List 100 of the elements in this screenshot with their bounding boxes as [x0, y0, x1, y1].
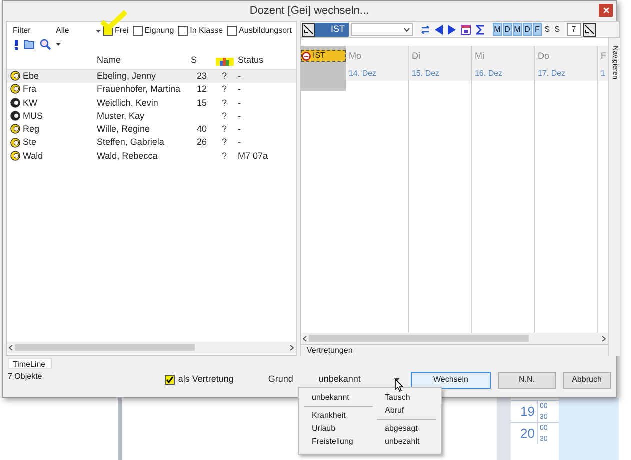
status-cell-text: - [237, 70, 241, 83]
caret-icon[interactable] [56, 43, 61, 46]
reason-label: Grund [268, 373, 294, 386]
date-label: 14. Dez [348, 68, 378, 80]
person-icon [10, 150, 21, 162]
checkbox-label: Eignung [144, 25, 174, 37]
dialog-button[interactable]: Abbruch [563, 372, 611, 388]
checkbox[interactable] [227, 26, 238, 36]
count-cell-text: 40 [196, 123, 207, 136]
menu-item[interactable]: unbekannt [302, 391, 375, 404]
vertretungen-tab[interactable]: Vertretungen [306, 346, 353, 355]
view-button[interactable]: IST [302, 22, 349, 36]
close-button[interactable] [599, 4, 613, 17]
code-cell-text: Ebe [23, 70, 40, 83]
scroll-right-icon[interactable] [290, 344, 294, 350]
menu-item[interactable]: Freistellung [302, 435, 375, 448]
list-row[interactable]: Ste Steffen, Gabriela 26 ? - [7, 136, 296, 150]
next-icon[interactable] [448, 24, 456, 34]
date-label: 17. Dez [538, 68, 567, 80]
zoom-icon[interactable] [40, 39, 51, 50]
ist-badge[interactable]: IST [300, 50, 346, 62]
calendar-icon[interactable] [460, 24, 471, 34]
name-cell-text: Weidlich, Kevin [96, 96, 160, 110]
checkbox[interactable] [132, 26, 143, 36]
date-label: 1 [600, 68, 606, 80]
weekday-toggle[interactable]: D [502, 23, 512, 36]
hour-label: 19 [520, 403, 536, 421]
name-cell-text: Frauenhofer, Martina [96, 83, 182, 96]
dialog-button[interactable]: Wechseln [411, 372, 491, 388]
rating-cell-text: ? [222, 150, 227, 163]
folder-icon[interactable] [24, 40, 35, 49]
horizontal-scrollbar[interactable] [300, 333, 608, 344]
sum-icon[interactable] [476, 24, 485, 34]
weekday-toggle[interactable]: M [512, 23, 522, 36]
weekday-toggle[interactable]: F [532, 23, 542, 36]
rating-cell-text: ? [222, 70, 227, 83]
bar-chart-icon[interactable] [216, 56, 234, 66]
date-label: 15. Dez [412, 68, 441, 80]
menu-item[interactable]: Abruf [375, 404, 438, 417]
list-row[interactable]: KW Weidlich, Kevin 15 ? - [7, 96, 296, 110]
checkbox-label: als Vertretung [178, 373, 234, 386]
scroll-left-icon[interactable] [302, 336, 307, 342]
list-row[interactable]: Fra Frauenhofer, Martina 12 ? - [7, 83, 296, 97]
swap-icon[interactable] [420, 26, 430, 34]
rating-cell-text: ? [222, 110, 227, 123]
hour-label: 20 [520, 425, 536, 443]
name-cell-text: Muster, Kay [96, 110, 146, 123]
filter-dropdown[interactable]: Alle [56, 25, 103, 37]
code-cell-text: Fra [23, 83, 36, 96]
dropdown-field[interactable] [350, 23, 413, 36]
status-cell-text: - [237, 96, 241, 110]
status-cell-text: - [237, 83, 241, 96]
list-row[interactable]: Reg Wille, Regine 40 ? - [7, 123, 296, 136]
weekday-toggle[interactable]: M [492, 23, 502, 36]
checkbox[interactable] [165, 375, 176, 385]
day-label: Do [538, 50, 550, 63]
status-cell-text: M7 07a [237, 150, 268, 163]
checkbox[interactable] [178, 26, 188, 36]
calendar-area [559, 398, 619, 460]
list-row[interactable]: MUS Muster, Kay ? - [7, 110, 296, 124]
day-label: Mi [474, 50, 486, 63]
menu-item[interactable]: Krankheit [302, 409, 375, 422]
column-header[interactable]: Name [95, 54, 189, 68]
column-header[interactable]: Status [236, 54, 264, 68]
dialog-button[interactable]: N.N. [498, 372, 556, 388]
count-cell-text: 15 [196, 96, 207, 110]
person-icon [10, 124, 21, 136]
timeline-tab[interactable]: TimeLine [8, 358, 52, 369]
scroll-left-icon[interactable] [9, 344, 13, 350]
previous-icon[interactable] [434, 24, 443, 34]
column-header[interactable]: S [189, 54, 213, 68]
rating-cell-text: ? [222, 123, 227, 136]
weekday-toggle[interactable]: S [552, 23, 562, 36]
code-cell-text: Ste [23, 136, 37, 150]
week-count-field[interactable]: 7 [566, 23, 581, 36]
person-icon [10, 98, 21, 109]
weekday-toggle[interactable]: S [542, 23, 552, 36]
expand-icon[interactable] [582, 22, 596, 36]
checkbox-label: Frei [115, 25, 129, 37]
menu-item[interactable]: abgesagt [375, 422, 438, 435]
list-row[interactable]: Ebe Ebeling, Jenny 23 ? - [7, 70, 296, 84]
weekday-toggle[interactable]: D [522, 23, 532, 36]
day-label: Mo [348, 50, 362, 63]
day-label: F [600, 50, 608, 63]
exclamation-icon[interactable] [14, 40, 19, 50]
status-cell-text: - [237, 123, 241, 136]
code-cell-text: Wald [23, 150, 44, 163]
menu-item[interactable]: unbezahlt [375, 435, 438, 448]
person-icon [10, 138, 21, 149]
list-row[interactable]: Wald Wald, Rebecca ? M7 07a [7, 150, 296, 164]
menu-item[interactable]: Tausch [375, 391, 438, 404]
person-icon [10, 111, 21, 122]
day-label: Di [412, 50, 422, 63]
menu-item[interactable]: Urlaub [302, 422, 375, 435]
scroll-right-icon[interactable] [602, 336, 606, 342]
code-cell-text: MUS [23, 110, 43, 123]
code-cell-text: Reg [23, 123, 40, 136]
horizontal-scrollbar[interactable] [7, 342, 296, 353]
checkbox-label: In Klasse [190, 25, 224, 37]
count-cell-text: 23 [196, 70, 207, 83]
